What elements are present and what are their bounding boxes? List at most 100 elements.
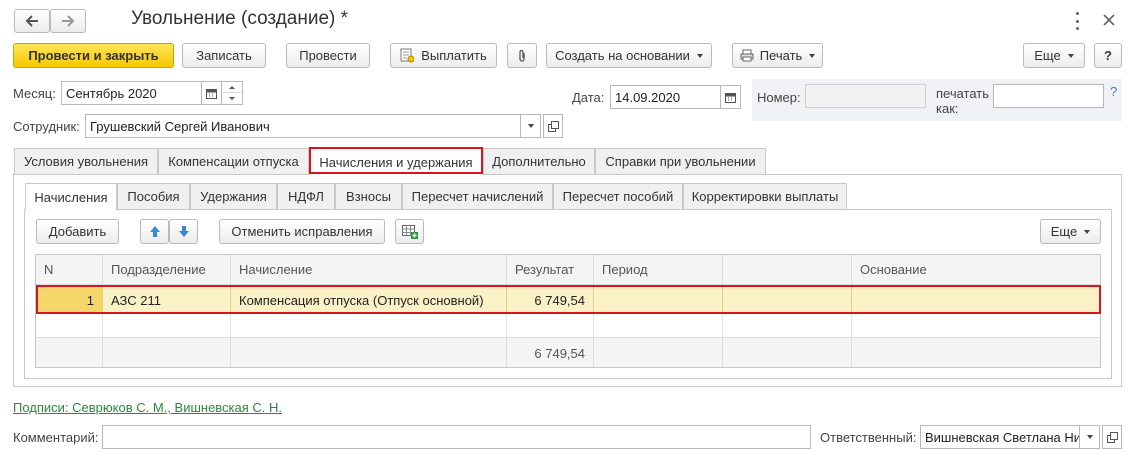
month-label: Месяц:	[13, 86, 56, 101]
open-form-icon	[547, 120, 559, 132]
footer-cell	[723, 338, 852, 367]
cell-n: 1	[36, 287, 103, 313]
col-header-period-end[interactable]	[723, 255, 852, 285]
signatures-link[interactable]: Подписи: Севрюков С. М., Вишневская С. Н…	[13, 400, 282, 415]
tab-vacation-compensation[interactable]: Компенсации отпуска	[158, 148, 309, 174]
col-header-department[interactable]: Подразделение	[103, 255, 231, 285]
table-row[interactable]: 1 АЗС 211 Компенсация отпуска (Отпуск ос…	[36, 286, 1100, 314]
stepper-up-icon[interactable]	[222, 82, 242, 93]
cancel-fixes-button[interactable]: Отменить исправления	[219, 219, 385, 244]
col-header-result[interactable]: Результат	[507, 255, 594, 285]
col-header-accrual[interactable]: Начисление	[231, 255, 507, 285]
nav-back-button[interactable]	[14, 9, 50, 33]
calendar-icon	[206, 88, 217, 99]
footer-cell	[594, 338, 723, 367]
employee-field[interactable]: Грушевский Сергей Иванович	[85, 114, 521, 138]
printer-icon	[740, 49, 754, 62]
subtab-recalc-benefits[interactable]: Пересчет пособий	[553, 183, 683, 209]
print-as-help-icon[interactable]: ?	[1110, 84, 1117, 99]
employee-open-button[interactable]	[543, 114, 563, 138]
stepper-down-icon[interactable]	[222, 93, 242, 104]
footer-cell	[852, 338, 1100, 367]
cell-accrual: Компенсация отпуска (Отпуск основной)	[231, 287, 507, 313]
employee-dropdown-button[interactable]	[521, 114, 541, 138]
cell-period-end	[723, 287, 852, 313]
chevron-down-icon	[1067, 53, 1074, 58]
cell-period	[594, 287, 723, 313]
arrow-right-icon	[62, 15, 75, 27]
table-add-button[interactable]	[395, 219, 424, 244]
table-add-icon	[401, 224, 418, 239]
tab-certificates[interactable]: Справки при увольнении	[595, 148, 766, 174]
print-button-label: Печать	[759, 48, 803, 63]
cell-department: АЗС 211	[103, 287, 231, 313]
post-button[interactable]: Провести	[286, 43, 370, 68]
chevron-down-icon	[1084, 229, 1091, 234]
responsible-open-button[interactable]	[1102, 425, 1122, 449]
tab-dismissal-conditions[interactable]: Условия увольнения	[14, 148, 158, 174]
chevron-down-icon	[696, 53, 703, 58]
kebab-menu-icon[interactable]	[1072, 12, 1082, 30]
subtab-contributions[interactable]: Взносы	[335, 183, 402, 209]
create-based-on-label: Создать на основании	[555, 48, 690, 63]
responsible-field[interactable]: Вишневская Светлана Ни	[920, 425, 1080, 449]
save-button[interactable]: Записать	[182, 43, 266, 68]
comment-field[interactable]	[102, 425, 811, 449]
move-up-button[interactable]	[140, 219, 169, 244]
subtab-payment-corrections[interactable]: Корректировки выплаты	[683, 183, 847, 209]
arrow-up-icon	[149, 226, 160, 237]
col-header-n[interactable]: N	[36, 255, 103, 285]
pay-button-label: Выплатить	[421, 48, 487, 63]
close-icon[interactable]	[1102, 13, 1116, 30]
subtab-accruals[interactable]: Начисления	[25, 183, 117, 210]
pay-button[interactable]: Выплатить	[390, 43, 497, 68]
grid-more-button[interactable]: Еще	[1040, 219, 1101, 244]
footer-cell	[36, 338, 103, 367]
date-field[interactable]: 14.09.2020	[610, 85, 721, 109]
col-header-basis[interactable]: Основание	[852, 255, 1100, 285]
month-calendar-button[interactable]	[202, 81, 222, 105]
print-button[interactable]: Печать	[732, 43, 823, 68]
employee-label: Сотрудник:	[13, 119, 80, 134]
responsible-dropdown-button[interactable]	[1080, 425, 1100, 449]
arrow-left-icon	[25, 15, 38, 27]
number-label: Номер:	[757, 90, 801, 105]
print-as-label-1: печатать	[936, 86, 990, 101]
date-calendar-button[interactable]	[721, 85, 741, 109]
window-title: Увольнение (создание) *	[131, 8, 349, 29]
subtab-ndfl[interactable]: НДФЛ	[277, 183, 335, 209]
attach-button[interactable]	[507, 43, 537, 68]
subtab-benefits[interactable]: Пособия	[117, 183, 190, 209]
chevron-down-icon	[527, 124, 534, 128]
col-header-period[interactable]: Период	[594, 255, 723, 285]
add-button[interactable]: Добавить	[36, 219, 119, 244]
footer-cell	[103, 338, 231, 367]
tab-accruals-deductions[interactable]: Начисления и удержания	[309, 148, 483, 175]
footer-cell	[231, 338, 507, 367]
accruals-table: N Подразделение Начисление Результат Пер…	[35, 254, 1101, 368]
tab-additional[interactable]: Дополнительно	[483, 148, 595, 174]
print-as-label-2: как:	[936, 101, 959, 116]
date-label: Дата:	[572, 90, 605, 105]
help-button[interactable]: ?	[1094, 43, 1122, 68]
table-empty-area	[36, 314, 1100, 337]
pay-document-icon	[400, 48, 415, 63]
responsible-label: Ответственный:	[820, 430, 917, 445]
calendar-icon	[725, 92, 736, 103]
month-stepper[interactable]	[222, 81, 243, 105]
month-field[interactable]: Сентябрь 2020	[61, 81, 202, 105]
cell-basis	[852, 287, 1100, 313]
subtab-deductions[interactable]: Удержания	[190, 183, 277, 209]
print-as-field[interactable]	[993, 84, 1104, 108]
nav-forward-button[interactable]	[50, 9, 86, 33]
paperclip-icon	[519, 49, 525, 62]
subtab-recalc-accruals[interactable]: Пересчет начислений	[402, 183, 553, 209]
number-field[interactable]	[805, 84, 926, 108]
cell-result: 6 749,54	[507, 287, 594, 313]
post-and-close-button[interactable]: Провести и закрыть	[13, 43, 174, 68]
footer-total-result: 6 749,54	[507, 338, 594, 367]
more-actions-button[interactable]: Еще	[1023, 43, 1085, 68]
create-based-on-button[interactable]: Создать на основании	[546, 43, 712, 68]
move-down-button[interactable]	[169, 219, 198, 244]
chevron-down-icon	[809, 53, 816, 58]
